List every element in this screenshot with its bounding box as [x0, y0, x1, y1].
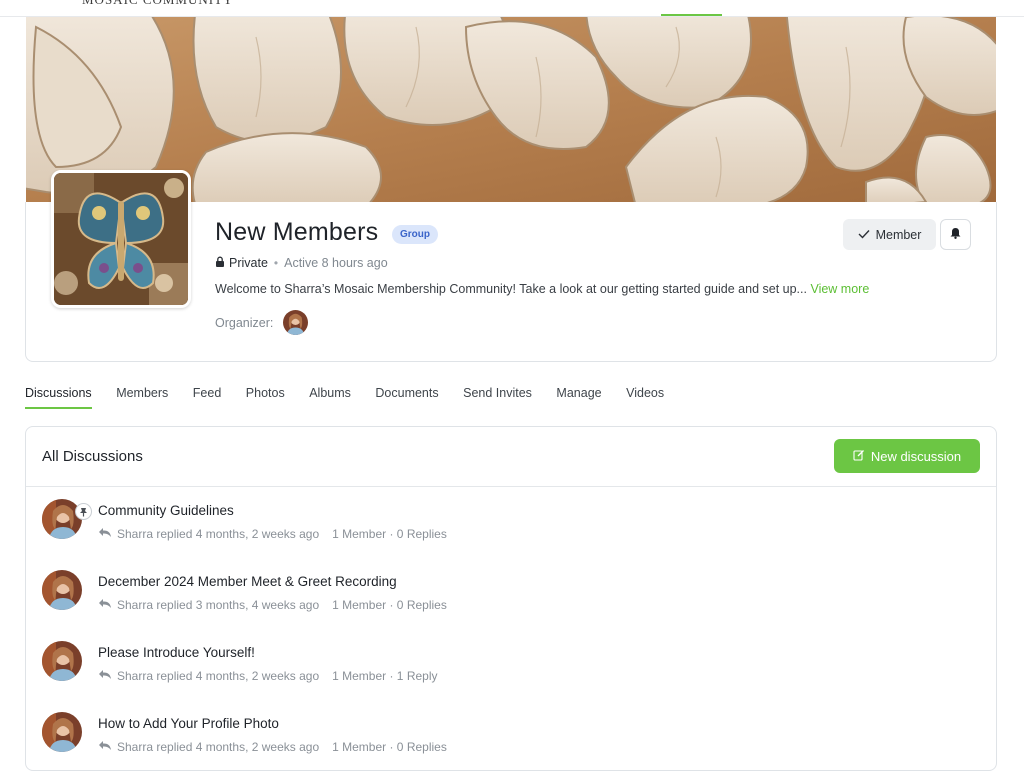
new-discussion-label: New discussion [870, 448, 962, 464]
reply-icon [98, 598, 112, 612]
discussion-stats: 1 Member · 0 Replies [332, 598, 447, 612]
notifications-button[interactable] [940, 219, 971, 250]
discussion-item[interactable]: How to Add Your Profile Photo Sharra rep… [26, 701, 996, 761]
discussion-title[interactable]: Community Guidelines [98, 503, 234, 518]
discussion-stats: 1 Member · 0 Replies [332, 740, 447, 754]
tab-discussions[interactable]: Discussions [25, 386, 92, 409]
discussion-title[interactable]: December 2024 Member Meet & Greet Record… [98, 574, 397, 589]
last-reply-text: Sharra replied 4 months, 2 weeks ago [117, 740, 320, 754]
tab-feed[interactable]: Feed [193, 386, 222, 409]
reply-icon [98, 740, 112, 754]
member-button-label: Member [875, 227, 922, 242]
discussion-stats: 1 Member · 1 Reply [332, 669, 438, 683]
last-reply-text: Sharra replied 3 months, 4 weeks ago [117, 598, 320, 612]
author-avatar[interactable] [42, 712, 82, 752]
last-reply-text: Sharra replied 4 months, 2 weeks ago [117, 669, 320, 683]
group-activity: Active 8 hours ago [284, 256, 388, 270]
discussion-title[interactable]: How to Add Your Profile Photo [98, 716, 279, 731]
organizer-avatar[interactable] [283, 310, 309, 335]
discussion-meta: Sharra replied 4 months, 2 weeks ago 1 M… [98, 669, 438, 683]
member-status-button[interactable]: Member [843, 219, 936, 250]
tab-videos[interactable]: Videos [626, 386, 664, 409]
site-logo[interactable]: MOSAIC COMMUNITY [82, 0, 233, 8]
group-tabs: Discussions Members Feed Photos Albums D… [25, 386, 664, 409]
group-organizer: Organizer: [215, 310, 309, 335]
discussion-stats: 1 Member · 0 Replies [332, 527, 447, 541]
privacy-label: Private [229, 256, 268, 270]
tab-manage[interactable]: Manage [556, 386, 601, 409]
discussions-header: All Discussions New discussion [26, 427, 996, 487]
lock-icon [215, 256, 225, 270]
group-description-text: Welcome to Sharra’s Mosaic Membership Co… [215, 282, 807, 296]
new-discussion-button[interactable]: New discussion [834, 439, 980, 473]
site-header: MOSAIC COMMUNITY [0, 0, 1024, 17]
tab-members[interactable]: Members [116, 386, 168, 409]
author-avatar[interactable] [42, 570, 82, 610]
discussion-item[interactable]: Community Guidelines Sharra replied 4 mo… [26, 488, 996, 548]
meta-separator: • [273, 256, 279, 270]
discussion-meta: Sharra replied 3 months, 4 weeks ago 1 M… [98, 598, 447, 612]
tab-photos[interactable]: Photos [246, 386, 285, 409]
check-icon [858, 228, 870, 242]
tab-documents[interactable]: Documents [375, 386, 438, 409]
reply-icon [98, 669, 112, 683]
author-avatar[interactable] [42, 641, 82, 681]
author-avatar[interactable] [42, 499, 82, 539]
discussion-meta: Sharra replied 4 months, 2 weeks ago 1 M… [98, 740, 447, 754]
discussion-meta: Sharra replied 4 months, 2 weeks ago 1 M… [98, 527, 447, 541]
tab-albums[interactable]: Albums [309, 386, 351, 409]
view-more-link[interactable]: View more [810, 282, 869, 296]
discussion-title[interactable]: Please Introduce Yourself! [98, 645, 255, 660]
edit-icon [853, 449, 865, 464]
discussions-card: All Discussions New discussion Community… [25, 426, 997, 771]
discussion-item[interactable]: Please Introduce Yourself! Sharra replie… [26, 630, 996, 690]
group-type-badge: Group [392, 225, 438, 244]
discussions-heading: All Discussions [42, 448, 143, 465]
discussion-item[interactable]: December 2024 Member Meet & Greet Record… [26, 559, 996, 619]
bell-icon [950, 226, 961, 244]
reply-icon [98, 527, 112, 541]
group-meta: Private • Active 8 hours ago [215, 256, 388, 270]
last-reply-text: Sharra replied 4 months, 2 weeks ago [117, 527, 320, 541]
pin-icon [75, 503, 92, 520]
organizer-label: Organizer: [215, 315, 274, 330]
group-avatar [51, 170, 191, 308]
tab-send-invites[interactable]: Send Invites [463, 386, 532, 409]
group-description: Welcome to Sharra’s Mosaic Membership Co… [215, 282, 869, 296]
group-privacy: Private [215, 256, 268, 270]
group-title: New Members [215, 218, 379, 246]
